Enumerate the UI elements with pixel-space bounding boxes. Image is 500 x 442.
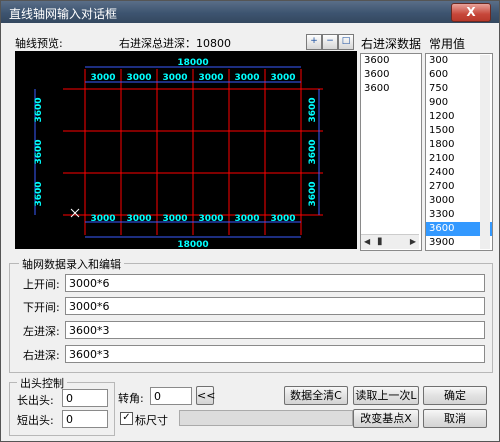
common-values-label: 常用值 (429, 37, 466, 51)
right-depth-list-item[interactable]: 3600 (361, 68, 421, 82)
right-depth-list[interactable]: 3600 3600 3600 (360, 53, 422, 251)
axis-grid-drawing: 18000 18000 3000 3000 3000 3000 3000 3000 3000 30… (34, 58, 323, 250)
dim-bay-top: 3000 (234, 73, 259, 83)
right-depth-input[interactable]: 3600*3 (65, 345, 485, 363)
dim-depth-right: 3600 (308, 181, 318, 206)
common-values-vscroll[interactable] (480, 55, 490, 249)
dim-bay-bottom: 3000 (234, 214, 259, 224)
long-overhang-input[interactable]: 0 (62, 389, 108, 407)
close-icon: X (466, 5, 476, 19)
dim-bay-top: 3000 (162, 73, 187, 83)
close-button[interactable]: X (451, 3, 491, 22)
dim-total-bottom: 18000 (177, 240, 208, 249)
dimension-checkbox[interactable]: ✓ (120, 412, 133, 425)
preview-label: 轴线预览: (15, 37, 63, 50)
dim-depth-right: 3600 (308, 97, 318, 122)
window-title: 直线轴网输入对话框 (9, 7, 118, 21)
dim-depth-right: 3600 (308, 139, 318, 164)
short-overhang-input[interactable]: 0 (62, 410, 108, 428)
change-base-point-button[interactable]: 改变基点X (353, 409, 419, 428)
dim-bay-top: 3000 (126, 73, 151, 83)
dim-depth-left: 3600 (34, 97, 44, 122)
dim-bay-bottom: 3000 (90, 214, 115, 224)
upper-bay-label: 上开间: (23, 278, 60, 291)
dim-bay-top: 3000 (90, 73, 115, 83)
dialog-window: 直线轴网输入对话框 X 轴线预览: 右进深总进深：10800 + − □ 180… (0, 0, 500, 442)
angle-label: 转角: (118, 392, 144, 405)
left-depth-input[interactable]: 3600*3 (65, 321, 485, 339)
lower-bay-input[interactable]: 3000*6 (65, 297, 485, 315)
clear-all-button[interactable]: 数据全清C (284, 386, 348, 405)
long-overhang-label: 长出头: (17, 394, 54, 407)
load-last-button[interactable]: 读取上一次L (353, 386, 419, 405)
dim-bay-bottom: 3000 (270, 214, 295, 224)
check-icon: ✓ (122, 412, 131, 423)
dim-bay-top: 3000 (198, 73, 223, 83)
right-depth-field-label: 右进深: (23, 349, 60, 362)
zoom-fit-icon[interactable]: □ (338, 34, 354, 50)
right-depth-hscroll[interactable]: ◀ ▮ ▶ (361, 234, 419, 249)
dim-bay-bottom: 3000 (126, 214, 151, 224)
scroll-left-icon[interactable]: ◀ (364, 237, 370, 246)
dim-bay-top: 3000 (270, 73, 295, 83)
edit-group-legend: 轴网数据录入和编辑 (19, 256, 124, 272)
dimension-checkbox-label: 标尺寸 (135, 414, 168, 427)
overhang-legend: 出头控制 (17, 375, 67, 391)
left-depth-label: 左进深: (23, 325, 60, 338)
right-depth-list-item[interactable]: 3600 (361, 54, 421, 68)
total-depth-label: 右进深总进深：10800 (119, 37, 231, 50)
right-depth-label: 右进深数据 (361, 37, 422, 51)
angle-input[interactable]: 0 (150, 387, 192, 405)
cancel-button[interactable]: 取消 (423, 409, 487, 428)
scroll-right-icon[interactable]: ▶ (410, 237, 416, 246)
ok-button[interactable]: 确定 (423, 386, 487, 405)
lower-bay-label: 下开间: (23, 301, 60, 314)
scroll-thumb[interactable]: ▮ (377, 236, 383, 247)
dim-bay-bottom: 3000 (198, 214, 223, 224)
axis-preview-canvas[interactable]: 18000 18000 3000 3000 3000 3000 3000 3000 3000 30… (15, 51, 357, 250)
dim-bay-bottom: 3000 (162, 214, 187, 224)
upper-bay-input[interactable]: 3000*6 (65, 274, 485, 292)
dim-total-top: 18000 (177, 58, 208, 68)
right-depth-list-item[interactable]: 3600 (361, 82, 421, 96)
dim-depth-left: 3600 (34, 139, 44, 164)
common-value-item[interactable]: 4200 (426, 250, 492, 251)
pick-angle-button[interactable]: << (196, 386, 215, 405)
short-overhang-label: 短出头: (17, 414, 54, 427)
title-bar: 直线轴网输入对话框 X (1, 1, 499, 23)
progress-bar (179, 410, 353, 426)
dim-depth-left: 3600 (34, 181, 44, 206)
zoom-in-icon[interactable]: + (306, 34, 322, 50)
zoom-out-icon[interactable]: − (322, 34, 338, 50)
